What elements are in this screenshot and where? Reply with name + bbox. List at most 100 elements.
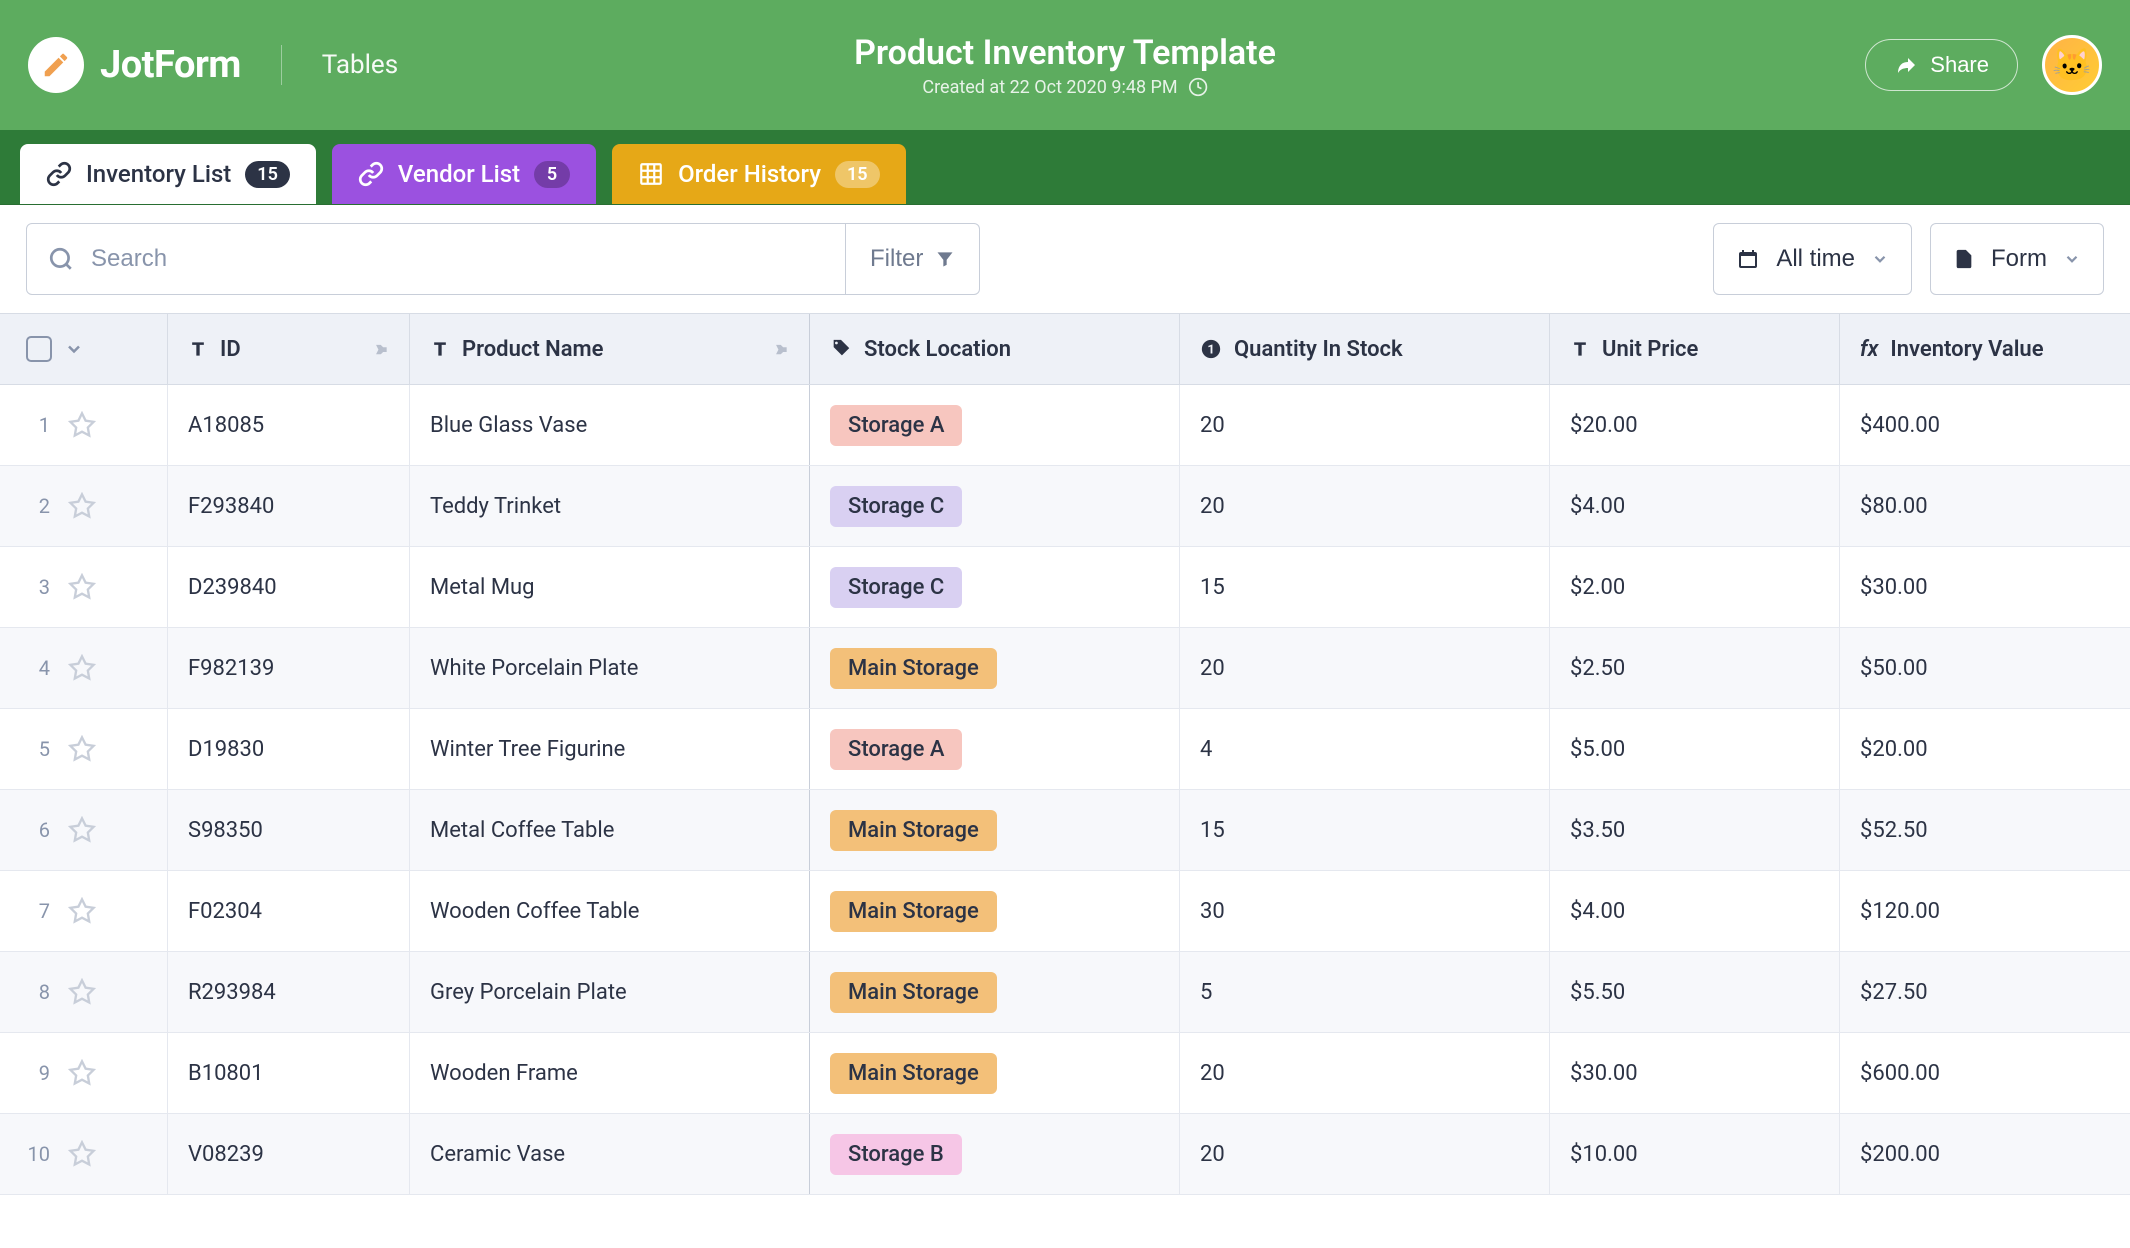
cell-unit-price[interactable]: $10.00	[1550, 1114, 1840, 1194]
column-stock-location[interactable]: Stock Location	[810, 314, 1180, 384]
cell-inventory-value[interactable]: $600.00	[1840, 1033, 2130, 1113]
cell-inventory-value[interactable]: $120.00	[1840, 871, 2130, 951]
cell-quantity[interactable]: 20	[1180, 385, 1550, 465]
cell-product-name[interactable]: Blue Glass Vase	[410, 385, 810, 465]
cell-stock-location[interactable]: Main Storage	[810, 628, 1180, 708]
cell-inventory-value[interactable]: $52.50	[1840, 790, 2130, 870]
tab-inventory-list[interactable]: Inventory List 15	[20, 144, 316, 204]
cell-product-name[interactable]: Grey Porcelain Plate	[410, 952, 810, 1032]
cell-unit-price[interactable]: $5.00	[1550, 709, 1840, 789]
table-row[interactable]: 2 F293840 Teddy Trinket Storage C 20 $4.…	[0, 466, 2130, 547]
cell-quantity[interactable]: 4	[1180, 709, 1550, 789]
cell-inventory-value[interactable]: $400.00	[1840, 385, 2130, 465]
star-icon[interactable]	[68, 816, 96, 844]
star-icon[interactable]	[68, 492, 96, 520]
page-title[interactable]: Product Inventory Template	[854, 33, 1276, 73]
filter-button[interactable]: Filter	[846, 223, 980, 295]
search-input[interactable]	[26, 223, 846, 295]
cell-id[interactable]: S98350	[168, 790, 410, 870]
cell-quantity[interactable]: 20	[1180, 466, 1550, 546]
star-icon[interactable]	[68, 1059, 96, 1087]
table-row[interactable]: 8 R293984 Grey Porcelain Plate Main Stor…	[0, 952, 2130, 1033]
time-range-dropdown[interactable]: All time	[1713, 223, 1912, 295]
form-dropdown[interactable]: Form	[1930, 223, 2104, 295]
table-row[interactable]: 4 F982139 White Porcelain Plate Main Sto…	[0, 628, 2130, 709]
column-unit-price[interactable]: Unit Price	[1550, 314, 1840, 384]
cell-product-name[interactable]: Teddy Trinket	[410, 466, 810, 546]
star-icon[interactable]	[68, 978, 96, 1006]
table-row[interactable]: 5 D19830 Winter Tree Figurine Storage A …	[0, 709, 2130, 790]
table-row[interactable]: 3 D239840 Metal Mug Storage C 15 $2.00 $…	[0, 547, 2130, 628]
cell-inventory-value[interactable]: $30.00	[1840, 547, 2130, 627]
table-row[interactable]: 9 B10801 Wooden Frame Main Storage 20 $3…	[0, 1033, 2130, 1114]
cell-quantity[interactable]: 15	[1180, 790, 1550, 870]
star-icon[interactable]	[68, 411, 96, 439]
cell-quantity[interactable]: 20	[1180, 1114, 1550, 1194]
chevron-down-icon[interactable]	[64, 339, 84, 359]
cell-unit-price[interactable]: $20.00	[1550, 385, 1840, 465]
logo-area[interactable]: JotForm Tables	[28, 37, 398, 93]
star-icon[interactable]	[68, 654, 96, 682]
pin-icon[interactable]	[769, 339, 789, 359]
cell-unit-price[interactable]: $4.00	[1550, 466, 1840, 546]
cell-unit-price[interactable]: $4.00	[1550, 871, 1840, 951]
cell-stock-location[interactable]: Main Storage	[810, 790, 1180, 870]
cell-product-name[interactable]: Ceramic Vase	[410, 1114, 810, 1194]
table-row[interactable]: 10 V08239 Ceramic Vase Storage B 20 $10.…	[0, 1114, 2130, 1195]
cell-id[interactable]: F293840	[168, 466, 410, 546]
cell-unit-price[interactable]: $3.50	[1550, 790, 1840, 870]
avatar[interactable]: 🐱	[2042, 35, 2102, 95]
tab-vendor-list[interactable]: Vendor List 5	[332, 144, 596, 204]
share-button[interactable]: Share	[1865, 39, 2018, 91]
cell-id[interactable]: V08239	[168, 1114, 410, 1194]
cell-stock-location[interactable]: Storage C	[810, 547, 1180, 627]
cell-product-name[interactable]: Wooden Coffee Table	[410, 871, 810, 951]
cell-stock-location[interactable]: Main Storage	[810, 1033, 1180, 1113]
star-icon[interactable]	[68, 1140, 96, 1168]
cell-stock-location[interactable]: Storage B	[810, 1114, 1180, 1194]
cell-inventory-value[interactable]: $80.00	[1840, 466, 2130, 546]
cell-id[interactable]: F982139	[168, 628, 410, 708]
cell-stock-location[interactable]: Storage A	[810, 385, 1180, 465]
select-all-checkbox[interactable]	[26, 336, 52, 362]
cell-quantity[interactable]: 20	[1180, 628, 1550, 708]
cell-product-name[interactable]: Wooden Frame	[410, 1033, 810, 1113]
table-row[interactable]: 1 A18085 Blue Glass Vase Storage A 20 $2…	[0, 385, 2130, 466]
cell-product-name[interactable]: Metal Mug	[410, 547, 810, 627]
cell-product-name[interactable]: Winter Tree Figurine	[410, 709, 810, 789]
cell-id[interactable]: D239840	[168, 547, 410, 627]
cell-id[interactable]: F02304	[168, 871, 410, 951]
cell-inventory-value[interactable]: $50.00	[1840, 628, 2130, 708]
table-row[interactable]: 7 F02304 Wooden Coffee Table Main Storag…	[0, 871, 2130, 952]
star-icon[interactable]	[68, 735, 96, 763]
cell-inventory-value[interactable]: $20.00	[1840, 709, 2130, 789]
cell-id[interactable]: B10801	[168, 1033, 410, 1113]
column-inventory-value[interactable]: fx Inventory Value	[1840, 314, 2130, 384]
cell-id[interactable]: R293984	[168, 952, 410, 1032]
cell-stock-location[interactable]: Storage C	[810, 466, 1180, 546]
tab-order-history[interactable]: Order History 15	[612, 144, 905, 204]
cell-stock-location[interactable]: Main Storage	[810, 871, 1180, 951]
cell-stock-location[interactable]: Storage A	[810, 709, 1180, 789]
cell-unit-price[interactable]: $2.50	[1550, 628, 1840, 708]
cell-unit-price[interactable]: $30.00	[1550, 1033, 1840, 1113]
cell-id[interactable]: D19830	[168, 709, 410, 789]
table-row[interactable]: 6 S98350 Metal Coffee Table Main Storage…	[0, 790, 2130, 871]
cell-product-name[interactable]: Metal Coffee Table	[410, 790, 810, 870]
star-icon[interactable]	[68, 897, 96, 925]
column-quantity[interactable]: 1 Quantity In Stock	[1180, 314, 1550, 384]
cell-quantity[interactable]: 30	[1180, 871, 1550, 951]
cell-stock-location[interactable]: Main Storage	[810, 952, 1180, 1032]
cell-inventory-value[interactable]: $27.50	[1840, 952, 2130, 1032]
cell-quantity[interactable]: 20	[1180, 1033, 1550, 1113]
cell-quantity[interactable]: 5	[1180, 952, 1550, 1032]
star-icon[interactable]	[68, 573, 96, 601]
cell-unit-price[interactable]: $5.50	[1550, 952, 1840, 1032]
cell-product-name[interactable]: White Porcelain Plate	[410, 628, 810, 708]
tables-label[interactable]: Tables	[322, 50, 398, 80]
pin-icon[interactable]	[369, 339, 389, 359]
cell-unit-price[interactable]: $2.00	[1550, 547, 1840, 627]
cell-quantity[interactable]: 15	[1180, 547, 1550, 627]
cell-inventory-value[interactable]: $200.00	[1840, 1114, 2130, 1194]
column-product-name[interactable]: Product Name	[410, 314, 810, 384]
